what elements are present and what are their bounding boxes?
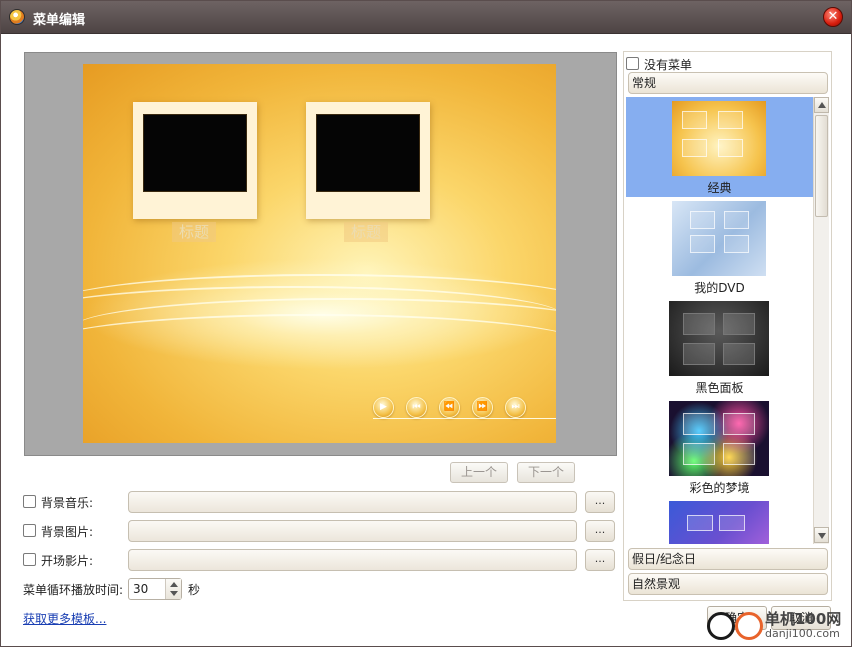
thumb-cell [690, 235, 715, 253]
site-watermark: 单机100网 danji100.com [707, 607, 852, 647]
thumbnail-slot [143, 114, 247, 192]
menu-preview: 标题 标题 ▶ ⏮ ⏪ ⏩ ⏭ [24, 52, 617, 456]
no-menu-checkbox[interactable] [626, 57, 639, 70]
template-thumb-colorful-dream [669, 401, 769, 476]
stepper-arrows[interactable] [165, 579, 181, 599]
title-bar: 菜单编辑 ✕ [1, 1, 851, 34]
thumb-cell [683, 343, 715, 365]
chevron-up-icon[interactable] [170, 582, 178, 587]
template-thumb-classic [672, 101, 766, 176]
photo-frame-1[interactable] [133, 102, 257, 219]
bg-music-field[interactable] [128, 491, 577, 513]
template-label: 经典 [707, 181, 732, 195]
template-panel: 没有菜单 常规 经典 我的DVD 黑色面板 彩色的梦境 假日/纪念日 自然景观 [623, 51, 832, 601]
scroll-down-button[interactable] [814, 527, 829, 543]
more-templates-link[interactable]: 获取更多模板... [23, 610, 106, 627]
app-logo-icon [9, 9, 25, 25]
intro-video-field[interactable] [128, 549, 577, 571]
intro-video-checkbox[interactable] [23, 553, 36, 566]
skip-forward-icon[interactable]: ⏭ [505, 397, 526, 418]
thumb-cell [682, 139, 707, 157]
photo-frame-2[interactable] [306, 102, 430, 219]
frame-caption-2[interactable]: 标题 [344, 222, 388, 242]
bg-image-checkbox[interactable] [23, 524, 36, 537]
thumb-cell [687, 515, 713, 531]
template-item-black-panel[interactable]: 黑色面板 [626, 297, 813, 397]
thumbnail-slot [316, 114, 420, 192]
template-thumb-my-dvd [672, 201, 766, 276]
close-button[interactable]: ✕ [823, 7, 843, 27]
template-item-colorful-dream[interactable]: 彩色的梦境 [626, 397, 813, 497]
bg-image-browse-button[interactable]: ... [585, 520, 615, 542]
watermark-plus-icon [707, 612, 735, 640]
thumb-cell [682, 111, 707, 129]
thumb-cell [690, 211, 715, 229]
next-button[interactable]: 下一个 [517, 462, 575, 483]
skip-back-icon[interactable]: ⏮ [406, 397, 427, 418]
loop-time-stepper[interactable]: 30 [128, 578, 182, 600]
template-item-classic[interactable]: 经典 [626, 97, 813, 197]
thumb-cell [724, 211, 749, 229]
light-wave [83, 314, 556, 374]
thumb-cell [683, 443, 715, 465]
template-scrollbar[interactable] [813, 97, 829, 544]
intro-video-label: 开场影片: [41, 554, 94, 568]
thumb-cell [718, 111, 743, 129]
template-label: 彩色的梦境 [689, 481, 750, 495]
chevron-down-icon[interactable] [170, 591, 178, 596]
frame-caption-1[interactable]: 标题 [172, 222, 216, 242]
template-thumb-black-panel [669, 301, 769, 376]
scroll-thumb[interactable] [815, 115, 828, 217]
watermark-url: danji100.com [765, 627, 840, 640]
category-general[interactable]: 常规 [628, 72, 828, 94]
watermark-name: 单机100网 [765, 610, 842, 628]
category-holiday[interactable]: 假日/纪念日 [628, 548, 828, 570]
thumb-cell [683, 413, 715, 435]
template-thumb-partial [669, 501, 769, 544]
template-list: 经典 我的DVD 黑色面板 彩色的梦境 [626, 97, 813, 544]
intro-video-browse-button[interactable]: ... [585, 549, 615, 571]
bg-music-checkbox[interactable] [23, 495, 36, 508]
rewind-icon[interactable]: ⏪ [439, 397, 460, 418]
category-nature[interactable]: 自然景观 [628, 573, 828, 595]
thumb-cell [723, 413, 755, 435]
no-menu-label: 没有菜单 [644, 58, 693, 72]
window-title: 菜单编辑 [33, 13, 86, 28]
loop-time-label: 菜单循环播放时间: [23, 583, 124, 597]
menu-editor-window: 菜单编辑 ✕ 标题 标题 ▶ ⏮ ⏪ ⏩ ⏭ 上一个 下一个 背景音乐: ...… [0, 0, 852, 647]
bg-image-field[interactable] [128, 520, 577, 542]
play-icon[interactable]: ▶ [373, 397, 394, 418]
template-label: 我的DVD [694, 281, 745, 295]
menu-canvas: 标题 标题 ▶ ⏮ ⏪ ⏩ ⏭ [83, 64, 556, 443]
scroll-up-button[interactable] [814, 97, 829, 113]
thumb-cell [683, 313, 715, 335]
bg-music-browse-button[interactable]: ... [585, 491, 615, 513]
bg-music-label: 背景音乐: [41, 496, 94, 510]
nav-underline [373, 418, 556, 419]
thumb-cell [723, 313, 755, 335]
thumb-cell [718, 139, 743, 157]
bg-image-label: 背景图片: [41, 525, 94, 539]
watermark-circle-icon [735, 612, 763, 640]
chevron-up-icon [818, 102, 826, 108]
thumb-cell [719, 515, 745, 531]
template-item-partial[interactable] [626, 497, 813, 544]
thumb-cell [723, 343, 755, 365]
thumb-cell [724, 235, 749, 253]
template-item-my-dvd[interactable]: 我的DVD [626, 197, 813, 297]
thumb-cell [723, 443, 755, 465]
loop-time-unit: 秒 [188, 583, 201, 597]
fast-forward-icon[interactable]: ⏩ [472, 397, 493, 418]
loop-time-value[interactable]: 30 [133, 582, 148, 596]
prev-button[interactable]: 上一个 [450, 462, 508, 483]
template-label: 黑色面板 [695, 381, 744, 395]
chevron-down-icon [818, 533, 826, 539]
